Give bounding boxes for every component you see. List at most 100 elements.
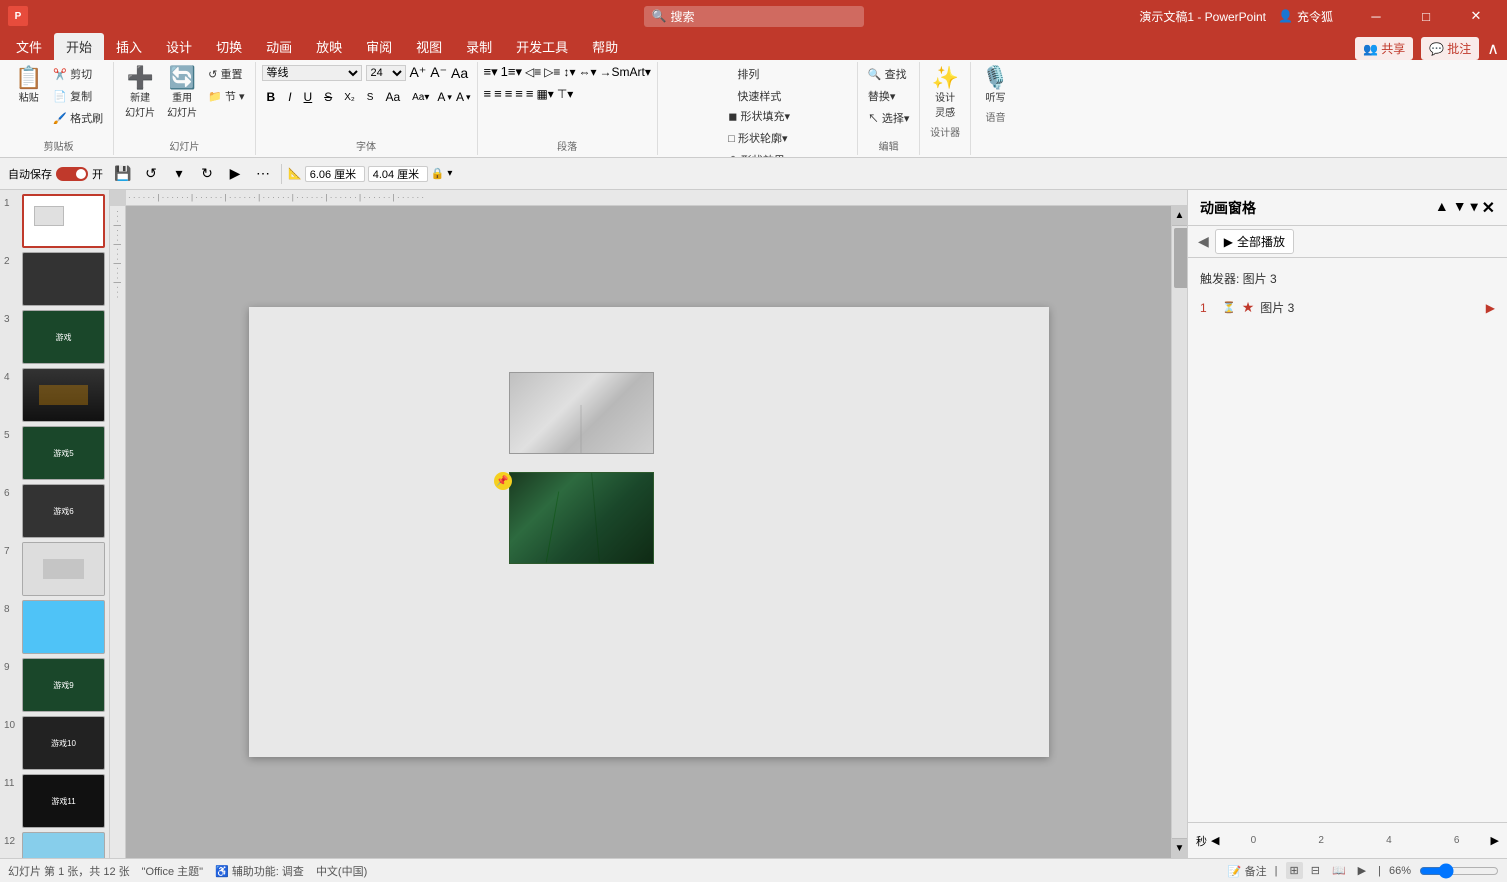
replace-button[interactable]: 替换▾ [864, 86, 914, 106]
text-shadow-button[interactable]: S [363, 90, 378, 105]
paste-button[interactable]: 📋 粘贴 [10, 64, 47, 107]
slide-thumb-7[interactable]: 7 [4, 542, 105, 596]
tab-view[interactable]: 视图 [404, 33, 454, 60]
tab-home[interactable]: 开始 [54, 33, 104, 60]
ribbon-collapse-button[interactable]: ∧ [1487, 39, 1499, 59]
convert-smartart[interactable]: →SmArt▾ [600, 65, 651, 79]
timeline-prev[interactable]: ◀ [1211, 834, 1219, 847]
slide-thumb-9[interactable]: 9 游戏9 [4, 658, 105, 712]
tab-review[interactable]: 审阅 [354, 33, 404, 60]
shape-fill-button[interactable]: ◼ 形状填充▾ [724, 106, 794, 126]
font-size-increase[interactable]: A⁺ [410, 64, 427, 81]
slide-thumb-12[interactable]: 12 [4, 832, 105, 858]
slide-1-thumbnail[interactable] [22, 194, 105, 248]
char-spacing-button[interactable]: Aa [381, 88, 404, 106]
dictate-button[interactable]: 🎙️ 听写 [977, 64, 1014, 107]
present-button[interactable]: ▶ [223, 162, 247, 186]
notes-button[interactable]: 📝 备注 [1228, 863, 1267, 879]
accessibility-button[interactable]: ♿ 辅助功能: 调查 [215, 863, 304, 879]
justify[interactable]: ≡ [515, 86, 523, 101]
slide-thumb-8[interactable]: 8 [4, 600, 105, 654]
reset-button[interactable]: ↺ 重置 [204, 64, 248, 84]
save-button[interactable]: 💾 [111, 162, 135, 186]
slide-12-thumbnail[interactable] [22, 832, 105, 858]
comment-button[interactable]: 💬 批注 [1421, 37, 1479, 60]
tab-animations[interactable]: 动画 [254, 33, 304, 60]
maximize-button[interactable]: □ [1403, 0, 1449, 32]
new-slide-button[interactable]: ➕ 新建 幻灯片 [120, 64, 160, 122]
reuse-slide-button[interactable]: 🔄 重用 幻灯片 [162, 64, 202, 122]
undo-dropdown[interactable]: ▾ [167, 162, 191, 186]
reading-view-button[interactable]: 📖 [1328, 862, 1350, 879]
undo-button[interactable]: ↺ [139, 162, 163, 186]
anim-panel-close[interactable]: ✕ [1482, 198, 1495, 218]
italic-button[interactable]: I [284, 88, 295, 106]
search-box[interactable]: 🔍 搜索 [644, 6, 864, 27]
slide-thumb-1[interactable]: 1 [4, 194, 105, 248]
shape-effects-button[interactable]: ⬡ 形状效果▾ [724, 150, 794, 158]
anim-play-all-button[interactable]: ▶ 全部播放 [1215, 229, 1294, 254]
slide-sorter-button[interactable]: ⊟ [1307, 862, 1324, 879]
slide-thumb-2[interactable]: 2 [4, 252, 105, 306]
slide-2-thumbnail[interactable] [22, 252, 105, 306]
align-right[interactable]: ≡ [505, 86, 513, 101]
more-qa-button[interactable]: ⋯ [251, 162, 275, 186]
dimension-more[interactable]: ▾ [447, 168, 452, 179]
font-family-select[interactable]: 等线 [262, 65, 362, 81]
slide-thumb-10[interactable]: 10 游戏10 [4, 716, 105, 770]
bullets-button[interactable]: ≡▾ [484, 64, 498, 80]
anim-panel-down[interactable]: ▼ [1453, 198, 1467, 218]
clear-format-button[interactable]: Aa [451, 65, 468, 81]
normal-view-button[interactable]: ⊞ [1286, 862, 1303, 879]
zoom-slider[interactable] [1419, 863, 1499, 879]
slide-11-thumbnail[interactable]: 游戏11 [22, 774, 105, 828]
tab-insert[interactable]: 插入 [104, 33, 154, 60]
anim-panel-dropdown[interactable]: ▾ [1471, 198, 1478, 218]
uppercase-button[interactable]: Aa▾ [408, 90, 433, 105]
highlight-button[interactable]: A ▾ [456, 90, 471, 104]
font-color-button[interactable]: A ▾ [437, 90, 452, 104]
minimize-button[interactable]: ─ [1353, 0, 1399, 32]
indent-decrease[interactable]: ◁≡ [525, 65, 541, 79]
find-button[interactable]: 🔍 查找 [864, 64, 914, 84]
subscript-button[interactable]: X₂ [340, 90, 359, 105]
tab-slideshow[interactable]: 放映 [304, 33, 354, 60]
slide-image-2[interactable] [509, 472, 654, 564]
slide-thumb-4[interactable]: 4 [4, 368, 105, 422]
tab-help[interactable]: 帮助 [580, 33, 630, 60]
font-size-select[interactable]: 24 [366, 65, 406, 81]
shape-outline-button[interactable]: □ 形状轮廓▾ [724, 128, 794, 148]
underline-button[interactable]: U [300, 88, 317, 106]
slide-10-thumbnail[interactable]: 游戏10 [22, 716, 105, 770]
distribute[interactable]: ≡ [526, 86, 534, 101]
slide-thumb-6[interactable]: 6 游戏6 [4, 484, 105, 538]
line-spacing[interactable]: ↕▾ [563, 65, 575, 79]
slide-6-thumbnail[interactable]: 游戏6 [22, 484, 105, 538]
scroll-thumb[interactable] [1174, 228, 1187, 288]
tab-record[interactable]: 录制 [454, 33, 504, 60]
aspect-lock[interactable]: 🔒 [431, 167, 445, 180]
slide-4-thumbnail[interactable] [22, 368, 105, 422]
width-input[interactable] [305, 166, 365, 182]
font-size-decrease[interactable]: A⁻ [430, 64, 447, 81]
tab-developer[interactable]: 开发工具 [504, 33, 580, 60]
tab-design[interactable]: 设计 [154, 33, 204, 60]
timeline-next[interactable]: ▶ [1491, 834, 1499, 847]
quick-styles-button[interactable]: 快速样式 [733, 86, 785, 106]
arrange-button[interactable]: 排列 [733, 64, 785, 84]
text-direction[interactable]: ⇔▾ [578, 65, 596, 79]
redo-button[interactable]: ↻ [195, 162, 219, 186]
tab-transitions[interactable]: 切换 [204, 33, 254, 60]
copy-button[interactable]: 📄 复制 [49, 86, 107, 106]
slide-thumb-11[interactable]: 11 游戏11 [4, 774, 105, 828]
scroll-up[interactable]: ▲ [1172, 206, 1187, 226]
format-painter-button[interactable]: 🖌️ 格式刷 [49, 108, 107, 128]
anim-item-1[interactable]: 1 ⏳ ★ 图片 3 ▶ [1200, 295, 1495, 320]
numbering-button[interactable]: 1≡▾ [501, 64, 522, 80]
slide-thumb-3[interactable]: 3 游戏 [4, 310, 105, 364]
slide-image-1[interactable] [509, 372, 654, 454]
align-center[interactable]: ≡ [494, 86, 502, 101]
text-align-vert[interactable]: ⊤▾ [557, 87, 573, 101]
scroll-down[interactable]: ▼ [1172, 838, 1187, 858]
vertical-scrollbar[interactable]: ▲ ▼ [1171, 206, 1187, 858]
